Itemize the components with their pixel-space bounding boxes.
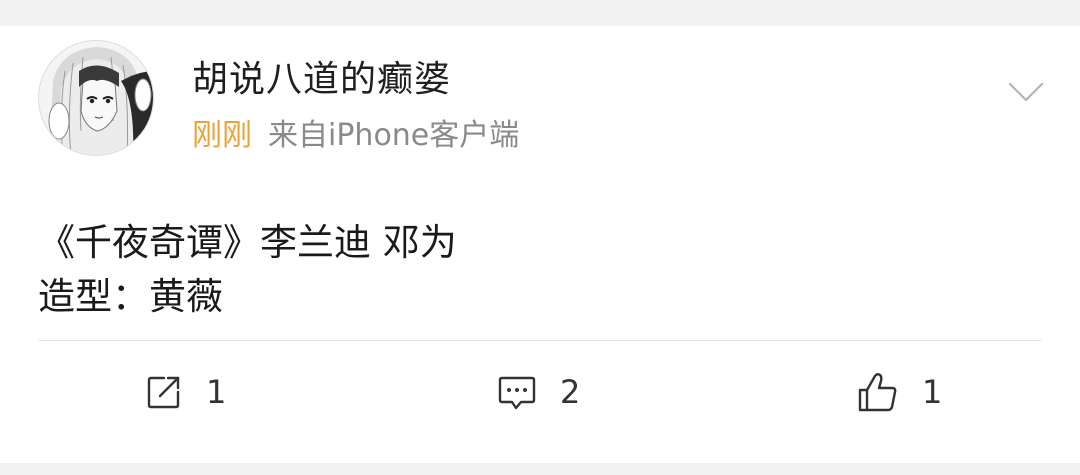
action-divider <box>38 340 1042 341</box>
bottom-separator <box>0 463 1080 475</box>
post-source: 来自iPhone客户端 <box>268 118 520 153</box>
post-meta: 刚刚 来自iPhone客户端 <box>192 110 519 154</box>
post-line-1: 《千夜奇谭》李兰迪 邓为 <box>38 221 457 264</box>
author-name[interactable]: 胡说八道的癫婆 <box>192 50 451 102</box>
comment-button[interactable]: 2 <box>496 364 580 420</box>
post-line-2: 造型：黄薇 <box>38 275 223 318</box>
top-separator <box>0 0 1080 26</box>
post-content: 《千夜奇谭》李兰迪 邓为 造型：黄薇 <box>38 216 457 324</box>
more-options-chevron-down-icon[interactable] <box>1006 80 1046 104</box>
comment-count: 2 <box>560 373 581 411</box>
avatar[interactable] <box>38 40 154 156</box>
thumbs-up-icon <box>858 373 897 412</box>
repost-count: 1 <box>206 373 227 411</box>
repost-button[interactable]: 1 <box>144 364 226 420</box>
post-time: 刚刚 <box>192 118 252 153</box>
like-count: 1 <box>922 373 943 411</box>
repost-icon <box>147 376 180 409</box>
anime-girl-avatar-icon <box>39 41 153 155</box>
comment-icon <box>498 376 536 410</box>
like-button[interactable]: 1 <box>856 364 942 420</box>
